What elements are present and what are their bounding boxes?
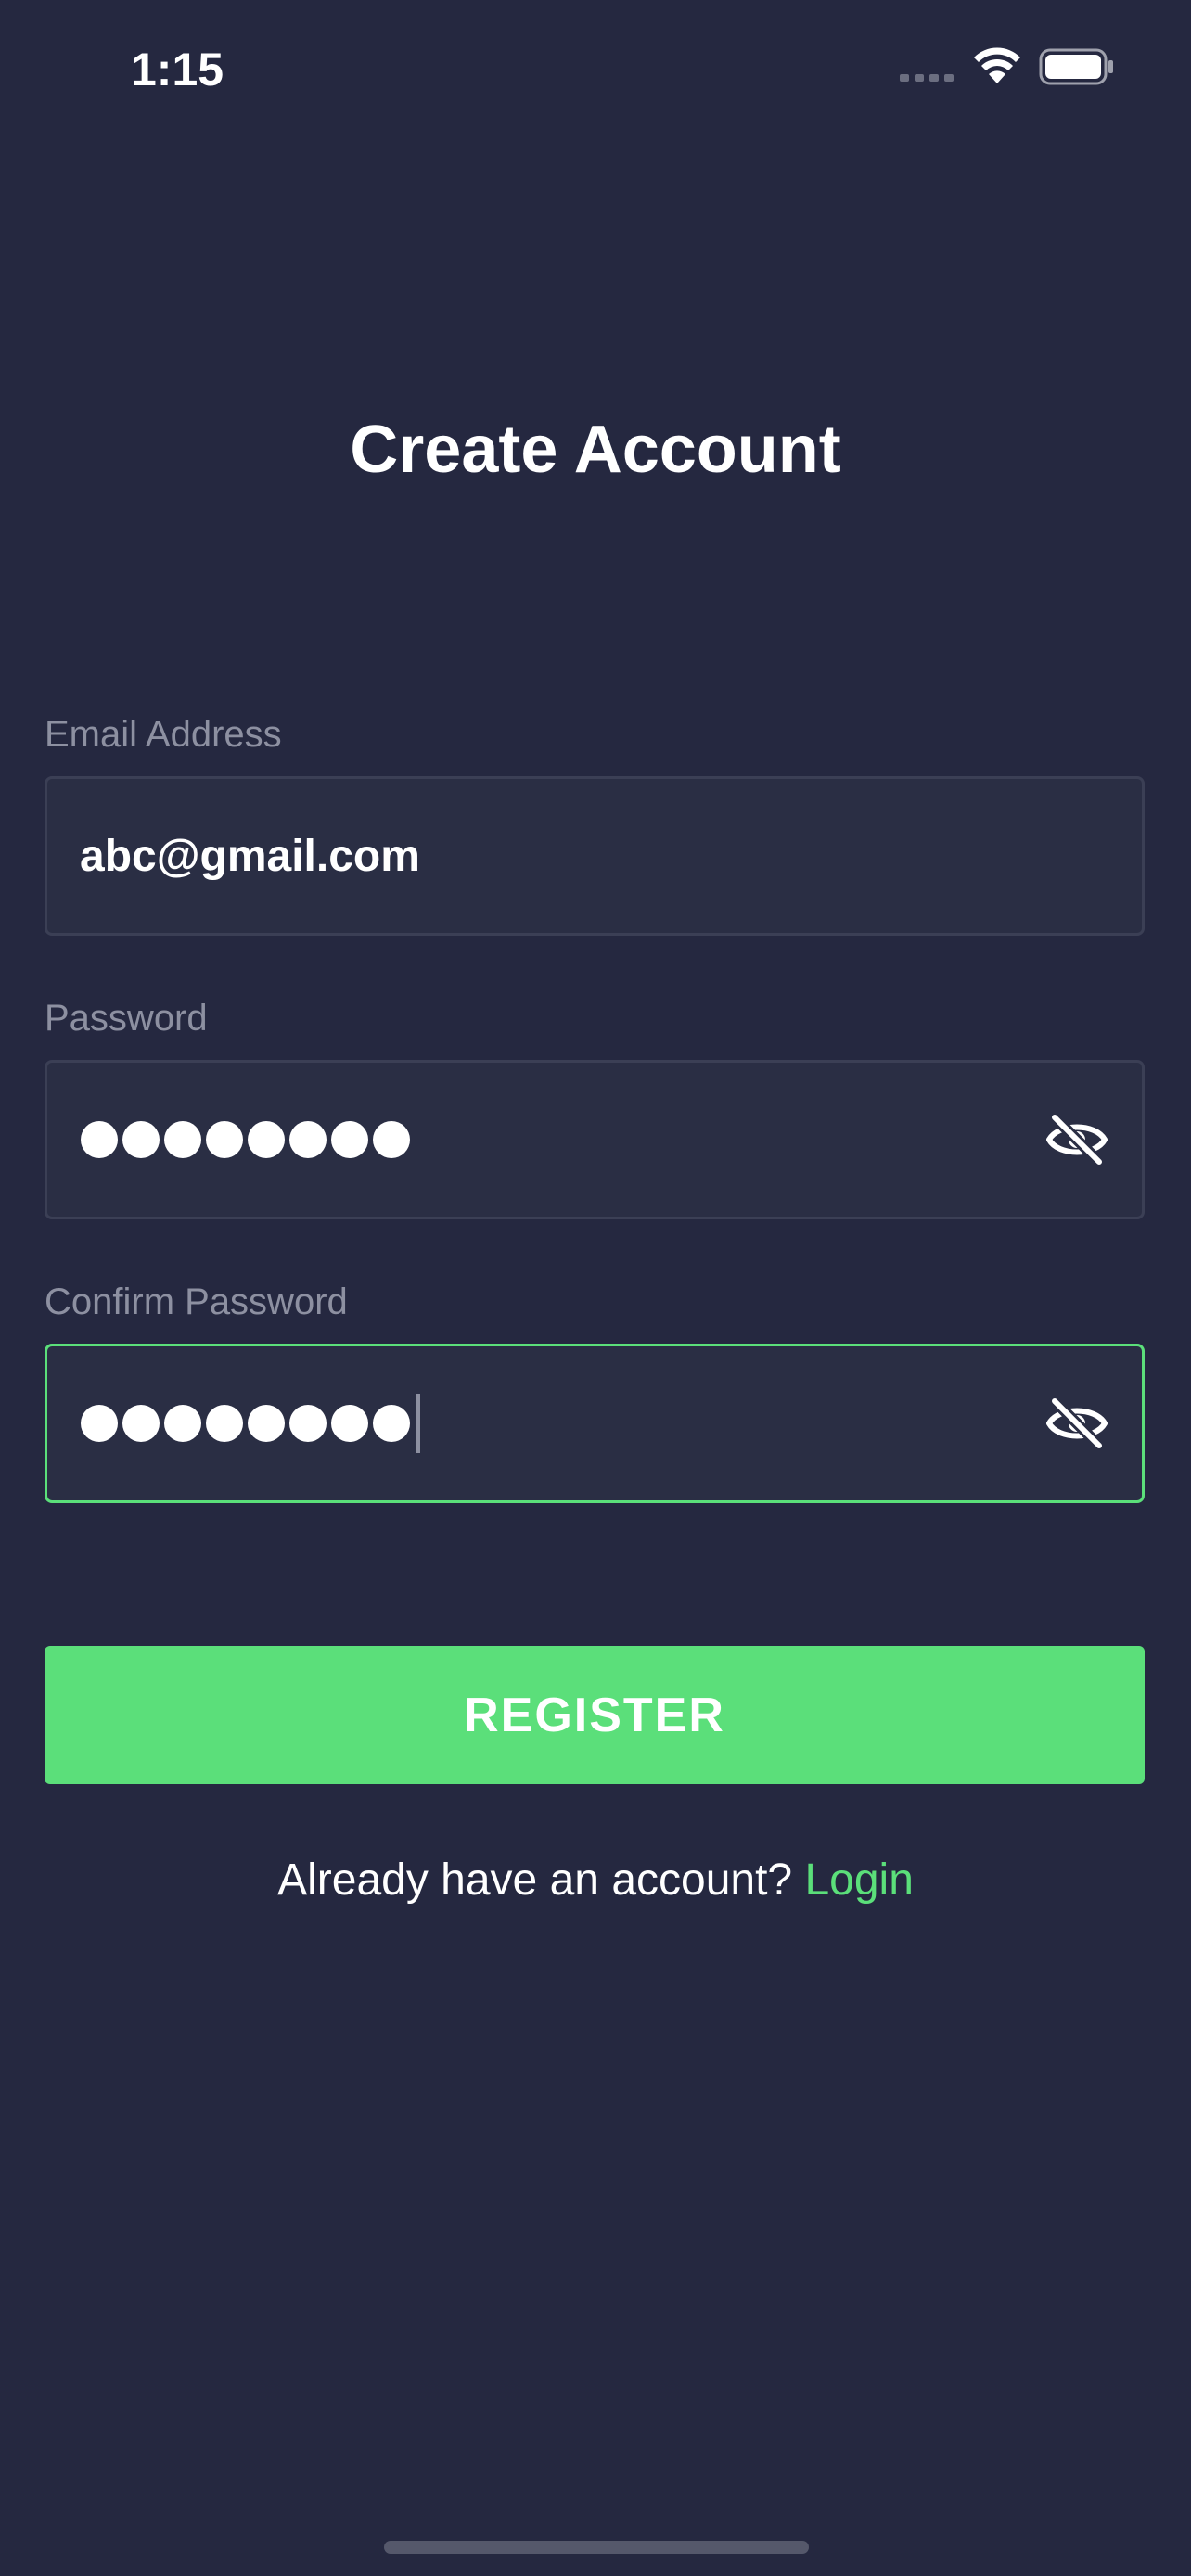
password-dot	[206, 1405, 243, 1442]
register-button[interactable]: REGISTER	[45, 1646, 1145, 1784]
password-dot	[122, 1405, 160, 1442]
battery-icon	[1039, 48, 1113, 85]
eye-slash-icon[interactable]	[1045, 1396, 1108, 1451]
home-indicator[interactable]	[384, 2541, 809, 2554]
email-label: Email Address	[45, 714, 282, 755]
confirm-password-field[interactable]	[45, 1344, 1145, 1503]
password-dot	[248, 1121, 285, 1158]
text-caret	[416, 1394, 420, 1453]
password-dot	[331, 1121, 368, 1158]
password-dot	[373, 1405, 410, 1442]
cellular-signal-icon	[900, 74, 959, 82]
status-time: 1:15	[131, 44, 224, 96]
register-button-label: REGISTER	[464, 1688, 725, 1742]
password-label: Password	[45, 998, 208, 1039]
login-prompt-text: Already have an account?	[277, 1855, 793, 1905]
wifi-icon	[974, 47, 1020, 83]
password-dot	[373, 1121, 410, 1158]
password-dot	[164, 1405, 201, 1442]
password-dot	[81, 1405, 118, 1442]
password-dot	[81, 1121, 118, 1158]
password-dot	[206, 1121, 243, 1158]
password-field[interactable]	[45, 1060, 1145, 1219]
login-prompt: Already have an account? Login	[0, 1851, 1191, 1910]
confirm-password-masked-value	[81, 1346, 420, 1500]
password-dot	[331, 1405, 368, 1442]
email-value: abc@gmail.com	[80, 831, 420, 881]
email-field[interactable]: abc@gmail.com	[45, 776, 1145, 936]
login-link[interactable]: Login	[804, 1855, 913, 1905]
eye-slash-icon[interactable]	[1045, 1112, 1108, 1167]
password-dot	[289, 1405, 327, 1442]
password-dot	[164, 1121, 201, 1158]
password-dot	[248, 1405, 285, 1442]
password-masked-value	[81, 1063, 410, 1217]
confirm-password-label: Confirm Password	[45, 1282, 348, 1322]
password-dot	[122, 1121, 160, 1158]
page-title: Create Account	[350, 413, 841, 487]
password-dot	[289, 1121, 327, 1158]
